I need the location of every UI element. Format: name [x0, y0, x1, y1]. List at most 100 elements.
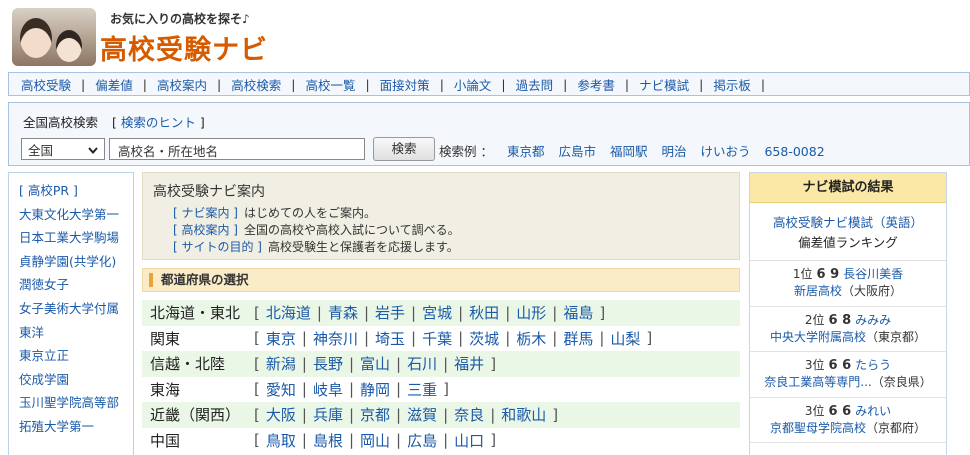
prefecture-select-value: 全国: [28, 142, 54, 158]
prefecture-link[interactable]: 鳥取: [266, 430, 296, 451]
nav-item-school-guide[interactable]: 高校案内: [157, 75, 207, 94]
prefecture-link[interactable]: 山梨: [610, 328, 640, 349]
guide-link-navi[interactable]: [ ナビ案内 ]: [173, 206, 238, 220]
prefecture-link[interactable]: 広島: [407, 430, 437, 451]
prefecture-link[interactable]: 島根: [313, 430, 343, 451]
region-name: 北海道・東北: [150, 304, 241, 323]
site-title[interactable]: 高校受験ナビ: [100, 28, 268, 67]
bracket: [: [254, 329, 260, 348]
example-link-keiou[interactable]: けいおう: [700, 144, 750, 159]
nav-item-interview[interactable]: 面接対策: [380, 75, 430, 94]
prefecture-link[interactable]: 宮城: [422, 302, 452, 323]
prefecture-link[interactable]: 静岡: [360, 379, 390, 400]
prefecture-link[interactable]: 京都: [360, 404, 390, 425]
logo-photo[interactable]: [12, 8, 96, 66]
prefecture-link[interactable]: 岩手: [375, 302, 405, 323]
prefecture-link[interactable]: 大阪: [266, 404, 296, 425]
bracket: ]: [490, 354, 497, 373]
prefecture-link[interactable]: 茨城: [469, 328, 499, 349]
rank-student-name[interactable]: たらう: [855, 358, 891, 372]
ranking-entry: 2位 6 8 みみみ 中央大学附属高校（東京都）: [750, 307, 946, 352]
nav-item-school-list[interactable]: 高校一覧: [305, 75, 355, 94]
sidebar-item[interactable]: 佼成学園: [19, 368, 133, 392]
rank-school-link[interactable]: 中央大学附属高校: [770, 330, 866, 344]
prefecture-link[interactable]: 東京: [266, 328, 296, 349]
sidebar-item[interactable]: 貞静学園(共学化): [19, 250, 133, 274]
prefecture-link[interactable]: 秋田: [469, 302, 499, 323]
prefecture-link[interactable]: 和歌山: [501, 404, 546, 425]
nav-item-past-exams[interactable]: 過去問: [516, 75, 554, 94]
rank-student-name[interactable]: みれい: [855, 404, 891, 418]
prefecture-link[interactable]: 新潟: [266, 353, 296, 374]
nav-item-hensachi[interactable]: 偏差値: [95, 75, 133, 94]
nav-item-school-search[interactable]: 高校検索: [231, 75, 281, 94]
rank-position: 1位: [792, 267, 813, 281]
rank-student-name[interactable]: みみみ: [855, 313, 891, 327]
guide-link-purpose[interactable]: [ サイトの目的 ]: [173, 240, 262, 254]
sidebar-item[interactable]: 大東文化大学第一: [19, 203, 133, 227]
region-name: 信越・北陸: [150, 355, 226, 374]
school-search-input[interactable]: 高校名・所在地名: [109, 138, 365, 160]
rank-school-link[interactable]: 新居高校: [794, 284, 842, 298]
prefecture-link[interactable]: 北海道: [266, 302, 311, 323]
rank-school-link[interactable]: 奈良工業高等専門...: [764, 375, 871, 389]
prefecture-link[interactable]: 富山: [360, 353, 390, 374]
sidebar-item[interactable]: 東洋: [19, 321, 133, 345]
example-link-postal-code[interactable]: 658-0082: [764, 144, 824, 159]
ranking-line: 3位 6 6 みれい: [750, 403, 946, 420]
prefecture-link[interactable]: 山口: [454, 430, 484, 451]
prefecture-link[interactable]: 滋賀: [407, 404, 437, 425]
prefecture-link[interactable]: 兵庫: [313, 404, 343, 425]
nav-item-mock-exam[interactable]: ナビ模試: [639, 75, 689, 94]
example-link-tokyo[interactable]: 東京都: [507, 144, 545, 159]
prefecture-select[interactable]: 全国: [21, 138, 105, 160]
sidebar-item[interactable]: 潤徳女子: [19, 273, 133, 297]
rank-student-name[interactable]: 長谷川美香: [843, 267, 903, 281]
separator: |: [458, 303, 464, 322]
search-hint-link[interactable]: 検索のヒント: [121, 115, 196, 130]
prefecture-link[interactable]: 石川: [407, 353, 437, 374]
mock-exam-english-link[interactable]: 高校受験ナビ模試（英語）: [750, 213, 946, 233]
prefecture-link[interactable]: 神奈川: [313, 328, 358, 349]
prefecture-link[interactable]: 愛知: [266, 379, 296, 400]
nav-item-exam[interactable]: 高校受験: [21, 75, 71, 94]
guide-row: [ ナビ案内 ] はじめての人をご案内。: [173, 205, 460, 222]
prefecture-link[interactable]: 長野: [313, 353, 343, 374]
example-link-meiji[interactable]: 明治: [661, 144, 686, 159]
prefecture-link[interactable]: 群馬: [563, 328, 593, 349]
separator: |: [552, 329, 558, 348]
example-link-fukuoka-station[interactable]: 福岡駅: [610, 144, 648, 159]
ranking-line: 2位 6 8 みみみ: [750, 312, 946, 329]
separator: |: [348, 405, 355, 424]
prefecture-link[interactable]: 埼玉: [375, 328, 405, 349]
prefecture-link[interactable]: 福島: [563, 302, 593, 323]
separator: |: [301, 405, 307, 424]
prefecture-link[interactable]: 栃木: [516, 328, 546, 349]
rank-school-link[interactable]: 京都聖母学院高校: [770, 421, 866, 435]
sidebar-item[interactable]: 東京立正: [19, 344, 133, 368]
mock-exam-heading: ナビ模試の結果: [750, 173, 946, 203]
guide-link-schools[interactable]: [ 高校案内 ]: [173, 223, 238, 237]
sidebar-item[interactable]: 日本工業大学駒場: [19, 226, 133, 250]
separator: |: [411, 303, 417, 322]
search-button[interactable]: 検索: [373, 137, 435, 161]
prefecture-link[interactable]: 三重: [407, 379, 437, 400]
separator: |: [505, 329, 511, 348]
prefecture-link[interactable]: 青森: [328, 302, 358, 323]
prefecture-link[interactable]: 岡山: [360, 430, 390, 451]
prefecture-link[interactable]: 山形: [516, 302, 546, 323]
nav-item-essay[interactable]: 小論文: [454, 75, 492, 94]
prefecture-link[interactable]: 福井: [454, 353, 484, 374]
sidebar-item[interactable]: 拓殖大学第一: [19, 415, 133, 439]
region-row: 北海道・東北 [北海道 | 青森 | 岩手 | 宮城 | 秋田 | 山形 | 福島]: [142, 300, 740, 326]
sidebar-item[interactable]: 玉川聖学院高等部: [19, 391, 133, 415]
sidebar-heading[interactable]: [ 高校PR ]: [19, 179, 133, 203]
sidebar-item[interactable]: 女子美術大学付属: [19, 297, 133, 321]
example-link-hiroshima[interactable]: 広島市: [558, 144, 596, 159]
nav-item-reference-books[interactable]: 参考書: [577, 75, 615, 94]
nav-item-bbs[interactable]: 掲示板: [713, 75, 751, 94]
prefecture-link[interactable]: 千葉: [422, 328, 452, 349]
nav-separator: |: [142, 76, 147, 92]
prefecture-link[interactable]: 奈良: [454, 404, 484, 425]
prefecture-link[interactable]: 岐阜: [313, 379, 343, 400]
